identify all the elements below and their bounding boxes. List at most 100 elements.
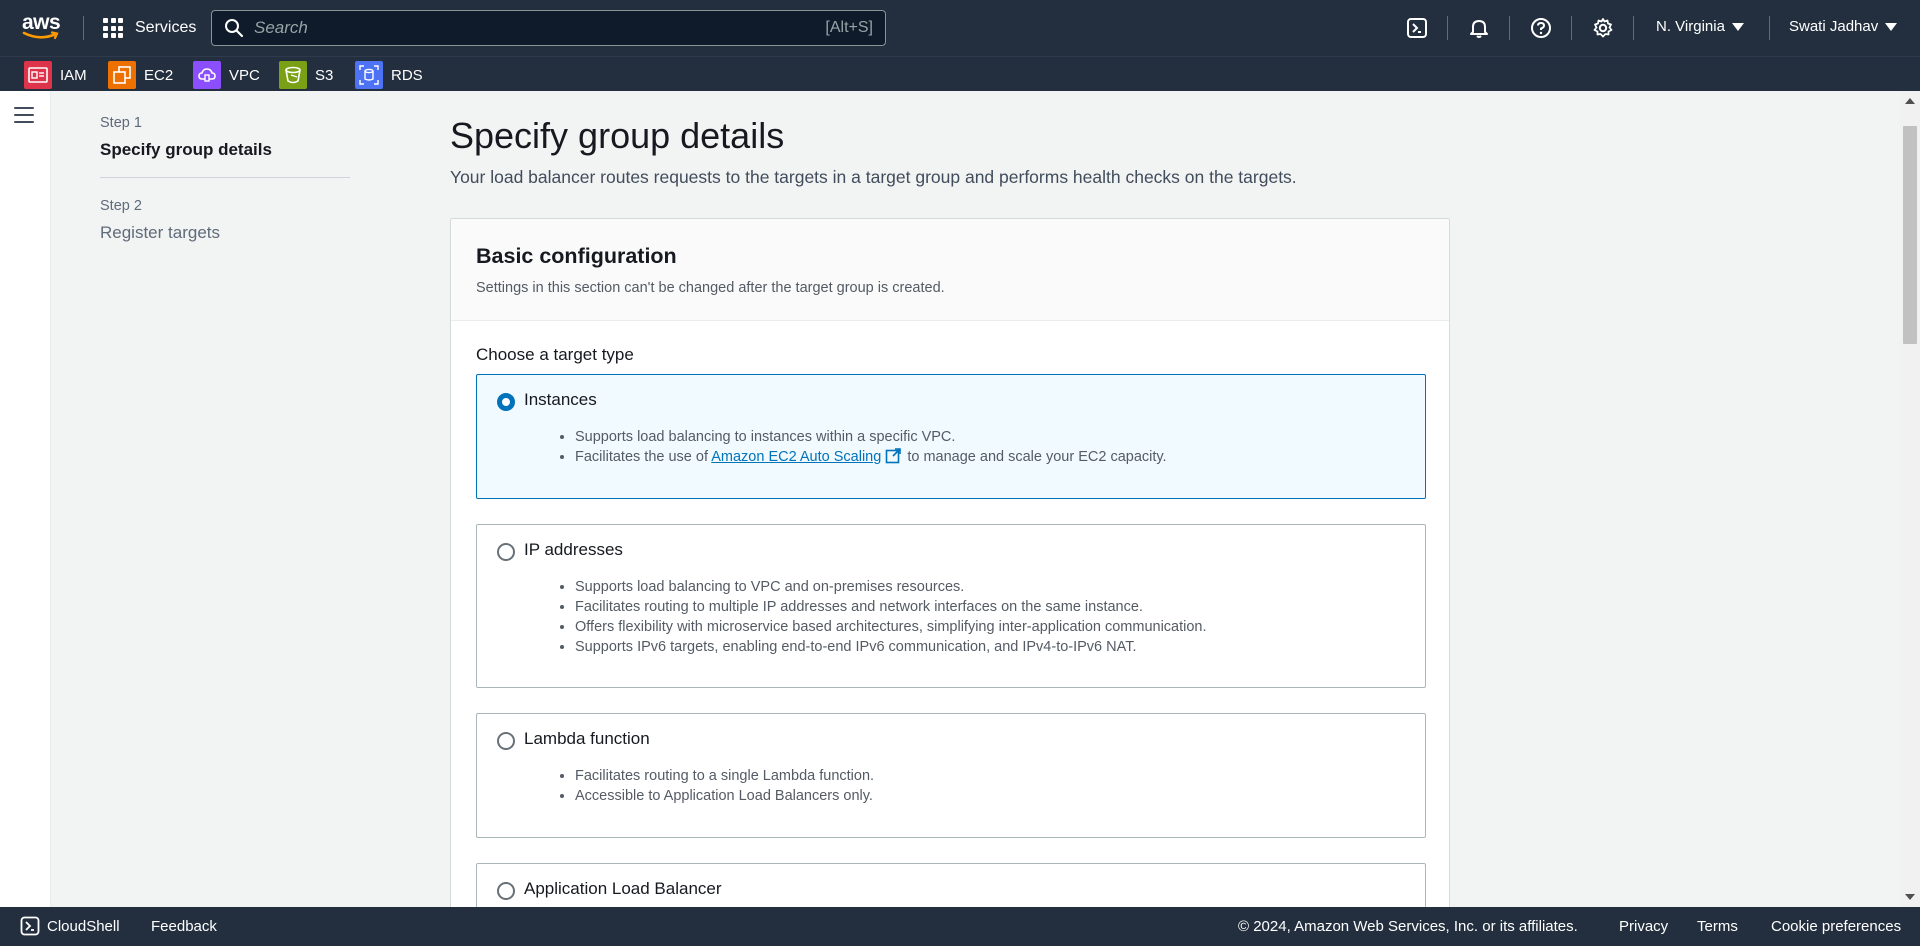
scroll-up-arrow-icon[interactable] [1905,98,1915,104]
page-scrollbar[interactable] [1900,91,1920,907]
nav-divider [1571,16,1572,40]
cloudshell-icon [20,916,40,936]
bullet-text: to manage and scale your EC2 capacity. [903,449,1167,465]
user-label: Swati Jadhav [1789,18,1879,35]
iam-icon [24,61,52,89]
favorite-ec2[interactable]: EC2 [108,61,173,89]
footer-bar: CloudShell Feedback © 2024, Amazon Web S… [0,907,1920,946]
search-shortcut: [Alt+S] [825,19,873,36]
panel-header: Basic configuration Settings in this sec… [451,219,1449,321]
favorite-label: S3 [315,66,334,84]
tile-bullets: Supports load balancing to instances wit… [575,427,1167,467]
tile-label: Lambda function [524,729,650,748]
services-label: Services [135,19,197,36]
radio-button[interactable] [497,543,515,561]
basic-configuration-panel: Basic configuration Settings in this sec… [450,218,1450,943]
radio-button[interactable] [497,732,515,750]
tile-label: Application Load Balancer [524,879,722,898]
bullet-item: Facilitates the use of Amazon EC2 Auto S… [575,447,1167,467]
target-type-label: Choose a target type [476,345,634,364]
nav-divider [1769,16,1770,40]
wizard-step-1[interactable]: Step 1 Specify group details [100,115,350,160]
cookie-label: Cookie preferences [1771,918,1902,935]
favorites-bar: IAM EC2 VPC S3 RDS [0,56,1920,91]
favorite-label: VPC [229,66,260,84]
aws-logo-text: aws [22,11,61,34]
feedback-label: Feedback [151,918,217,935]
external-link-icon [885,448,902,464]
favorite-label: EC2 [144,66,174,84]
help-icon[interactable] [1529,16,1553,40]
step-number: Step 2 [100,198,142,214]
grid-icon [103,18,123,38]
page-title: Specify group details [450,115,785,156]
cloudshell-icon[interactable] [1405,16,1429,40]
caret-down-icon [1885,22,1898,31]
vpc-icon [193,61,221,89]
tile-bullets: Facilitates routing to a single Lambda f… [575,766,874,806]
menu-icon[interactable] [14,107,34,123]
nav-divider [1447,16,1448,40]
favorite-label: IAM [60,66,87,84]
panel-title: Basic configuration [476,244,677,268]
nav-divider [83,16,84,40]
search-bar[interactable]: [Alt+S] [211,10,886,46]
privacy-label: Privacy [1619,918,1669,935]
panel-subtitle: Settings in this section can't be change… [476,280,945,296]
scroll-thumb[interactable] [1903,126,1917,344]
bullet-item: Facilitates routing to multiple IP addre… [575,597,1207,617]
region-selector[interactable]: N. Virginia [1656,18,1744,35]
cloudshell-label: CloudShell [47,917,120,935]
s3-icon [279,61,307,89]
nav-divider [1509,16,1510,40]
bullet-item: Accessible to Application Load Balancers… [575,786,874,806]
caret-down-icon [1731,22,1744,31]
target-type-ip-addresses-tile[interactable]: IP addresses Supports load balancing to … [476,524,1426,688]
search-input[interactable] [254,18,826,38]
cloudshell-footer-button[interactable]: CloudShell [20,916,120,936]
favorite-vpc[interactable]: VPC [193,61,260,89]
ec2-icon [108,61,136,89]
step-title: Specify group details [100,140,272,159]
side-navigation-rail [0,91,51,907]
bullet-item: Supports load balancing to instances wit… [575,427,1167,447]
privacy-link[interactable]: Privacy [1619,918,1668,935]
favorite-s3[interactable]: S3 [279,61,333,89]
target-type-lambda-tile[interactable]: Lambda function Facilitates routing to a… [476,713,1426,838]
scroll-down-arrow-icon[interactable] [1905,894,1915,900]
bullet-item: Facilitates routing to a single Lambda f… [575,766,874,786]
wizard-step-2[interactable]: Step 2 Register targets [100,198,350,243]
feedback-link[interactable]: Feedback [151,918,217,935]
favorite-label: RDS [391,66,423,84]
nav-divider [1633,16,1634,40]
favorite-rds[interactable]: RDS [355,61,423,89]
top-navigation: aws Services [Alt+S] [0,0,1920,56]
page-description: Your load balancer routes requests to th… [450,167,1297,187]
services-menu-button[interactable]: Services [103,16,196,40]
aws-logo[interactable]: aws [22,11,62,43]
tile-label: IP addresses [524,540,623,559]
step-title: Register targets [100,223,220,242]
favorite-iam[interactable]: IAM [24,61,87,89]
cookie-preferences-link[interactable]: Cookie preferences [1771,918,1901,935]
aws-smile-icon [22,31,59,40]
bell-icon[interactable] [1467,16,1491,40]
target-type-instances-tile[interactable]: Instances Supports load balancing to ins… [476,374,1426,499]
step-number: Step 1 [100,115,142,131]
radio-button[interactable] [497,882,515,900]
wizard-steps: Step 1 Specify group details Step 2 Regi… [100,115,350,243]
bullet-item: Supports load balancing to VPC and on-pr… [575,577,1207,597]
radio-button-selected[interactable] [497,393,515,411]
step-divider [100,177,350,178]
ec2-auto-scaling-link[interactable]: Amazon EC2 Auto Scaling [711,449,881,465]
tile-bullets: Supports load balancing to VPC and on-pr… [575,577,1207,657]
account-menu[interactable]: Swati Jadhav [1789,18,1898,35]
search-icon [225,19,244,38]
tile-label: Instances [524,390,597,409]
terms-link[interactable]: Terms [1697,918,1738,935]
terms-label: Terms [1697,918,1738,935]
gear-icon[interactable] [1591,16,1615,40]
bullet-text: Facilitates the use of [575,449,712,465]
copyright-text: © 2024, Amazon Web Services, Inc. or its… [1238,918,1578,935]
bullet-item: Offers flexibility with microservice bas… [575,617,1207,637]
